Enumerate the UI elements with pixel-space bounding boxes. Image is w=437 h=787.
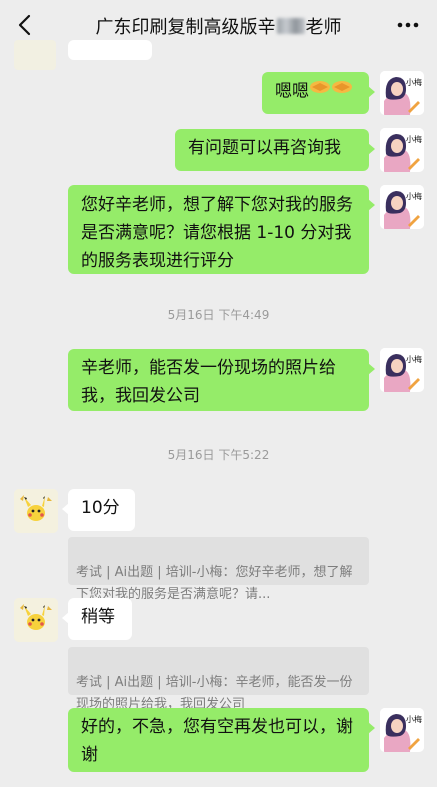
pikachu-avatar-icon (14, 489, 58, 533)
message-bubble-contact[interactable]: 10分 (62, 489, 135, 531)
avatar-label: 小梅 (406, 715, 422, 724)
chat-title-prefix: 广东印刷复制高级版辛 (95, 17, 276, 38)
more-button[interactable] (391, 10, 425, 40)
chat-title-suffix: 老师 (305, 17, 342, 38)
avatar-contact[interactable] (14, 489, 58, 533)
avatar-label: 小梅 (406, 192, 422, 201)
timestamp: 5月16日 下午5:22 (167, 448, 270, 462)
quoted-text: 考试 | Ai出题 | 培训-小梅：辛老师，能否发一份现场的照片给我，我回发公司 (76, 675, 353, 712)
chat-title: 广东印刷复制高级版辛 老师 (96, 13, 342, 39)
message-list[interactable]: 嗯嗯 小梅 有问题可以再咨询我 小梅 您好辛老师，想了解下您对我的服务是否满意呢… (0, 40, 437, 787)
avatar-contact[interactable] (14, 598, 58, 642)
message-bubble-self[interactable]: 辛老师，能否发一份现场的照片给我，我回发公司 (68, 349, 375, 411)
more-dots-icon (397, 22, 419, 28)
message-text: 10分 (81, 498, 120, 518)
avatar-label: 小梅 (406, 355, 422, 364)
avatar-contact-partial (14, 40, 56, 70)
quoted-message[interactable]: 考试 | Ai出题 | 培训-小梅：您好辛老师，想了解下您对我的服务是否满意呢？… (68, 537, 369, 602)
message-bubble-self[interactable]: 有问题可以再咨询我 (175, 129, 375, 171)
avatar-self[interactable]: 小梅 (380, 348, 424, 392)
avatar-self[interactable]: 小梅 (380, 71, 424, 115)
quoted-text: 考试 | Ai出题 | 培训-小梅：您好辛老师，想了解下您对我的服务是否满意呢？… (76, 565, 353, 602)
message-text: 有问题可以再咨询我 (188, 138, 341, 158)
redacted-name (276, 18, 305, 34)
message-bubble-self[interactable]: 您好辛老师，想了解下您对我的服务是否满意呢？请您根据 1-10 分对我的服务表现… (68, 185, 375, 274)
chevron-left-icon (18, 14, 31, 36)
back-button[interactable] (10, 10, 40, 40)
message-bubble-self[interactable]: 好的，不急，您有空再发也可以，谢谢 (68, 708, 375, 772)
message-text: 辛老师，能否发一份现场的照片给我，我回发公司 (81, 358, 336, 406)
message-bubble-self[interactable]: 嗯嗯 (262, 72, 375, 114)
timestamp: 5月16日 下午4:49 (167, 308, 270, 322)
pikachu-avatar-icon (14, 598, 58, 642)
quoted-message[interactable]: 考试 | Ai出题 | 培训-小梅：辛老师，能否发一份现场的照片给我，我回发公司 (68, 647, 369, 712)
message-text: 嗯嗯 (275, 81, 309, 102)
message-text: 您好辛老师，想了解下您对我的服务是否满意呢？请您根据 1-10 分对我的服务表现… (81, 195, 353, 271)
message-bubble-contact[interactable]: 稍等 (62, 598, 132, 640)
message-text: 稍等 (81, 607, 115, 627)
message-text: 好的，不急，您有空再发也可以，谢谢 (81, 717, 353, 765)
avatar-label: 小梅 (406, 78, 422, 87)
chat-header: 广东印刷复制高级版辛 老师 (0, 0, 437, 52)
avatar-self[interactable]: 小梅 (380, 708, 424, 752)
avatar-self[interactable]: 小梅 (380, 128, 424, 172)
avatar-label: 小梅 (406, 135, 422, 144)
message-bubble-partial (68, 40, 152, 60)
handshake-icon (309, 77, 353, 106)
avatar-self[interactable]: 小梅 (380, 185, 424, 229)
